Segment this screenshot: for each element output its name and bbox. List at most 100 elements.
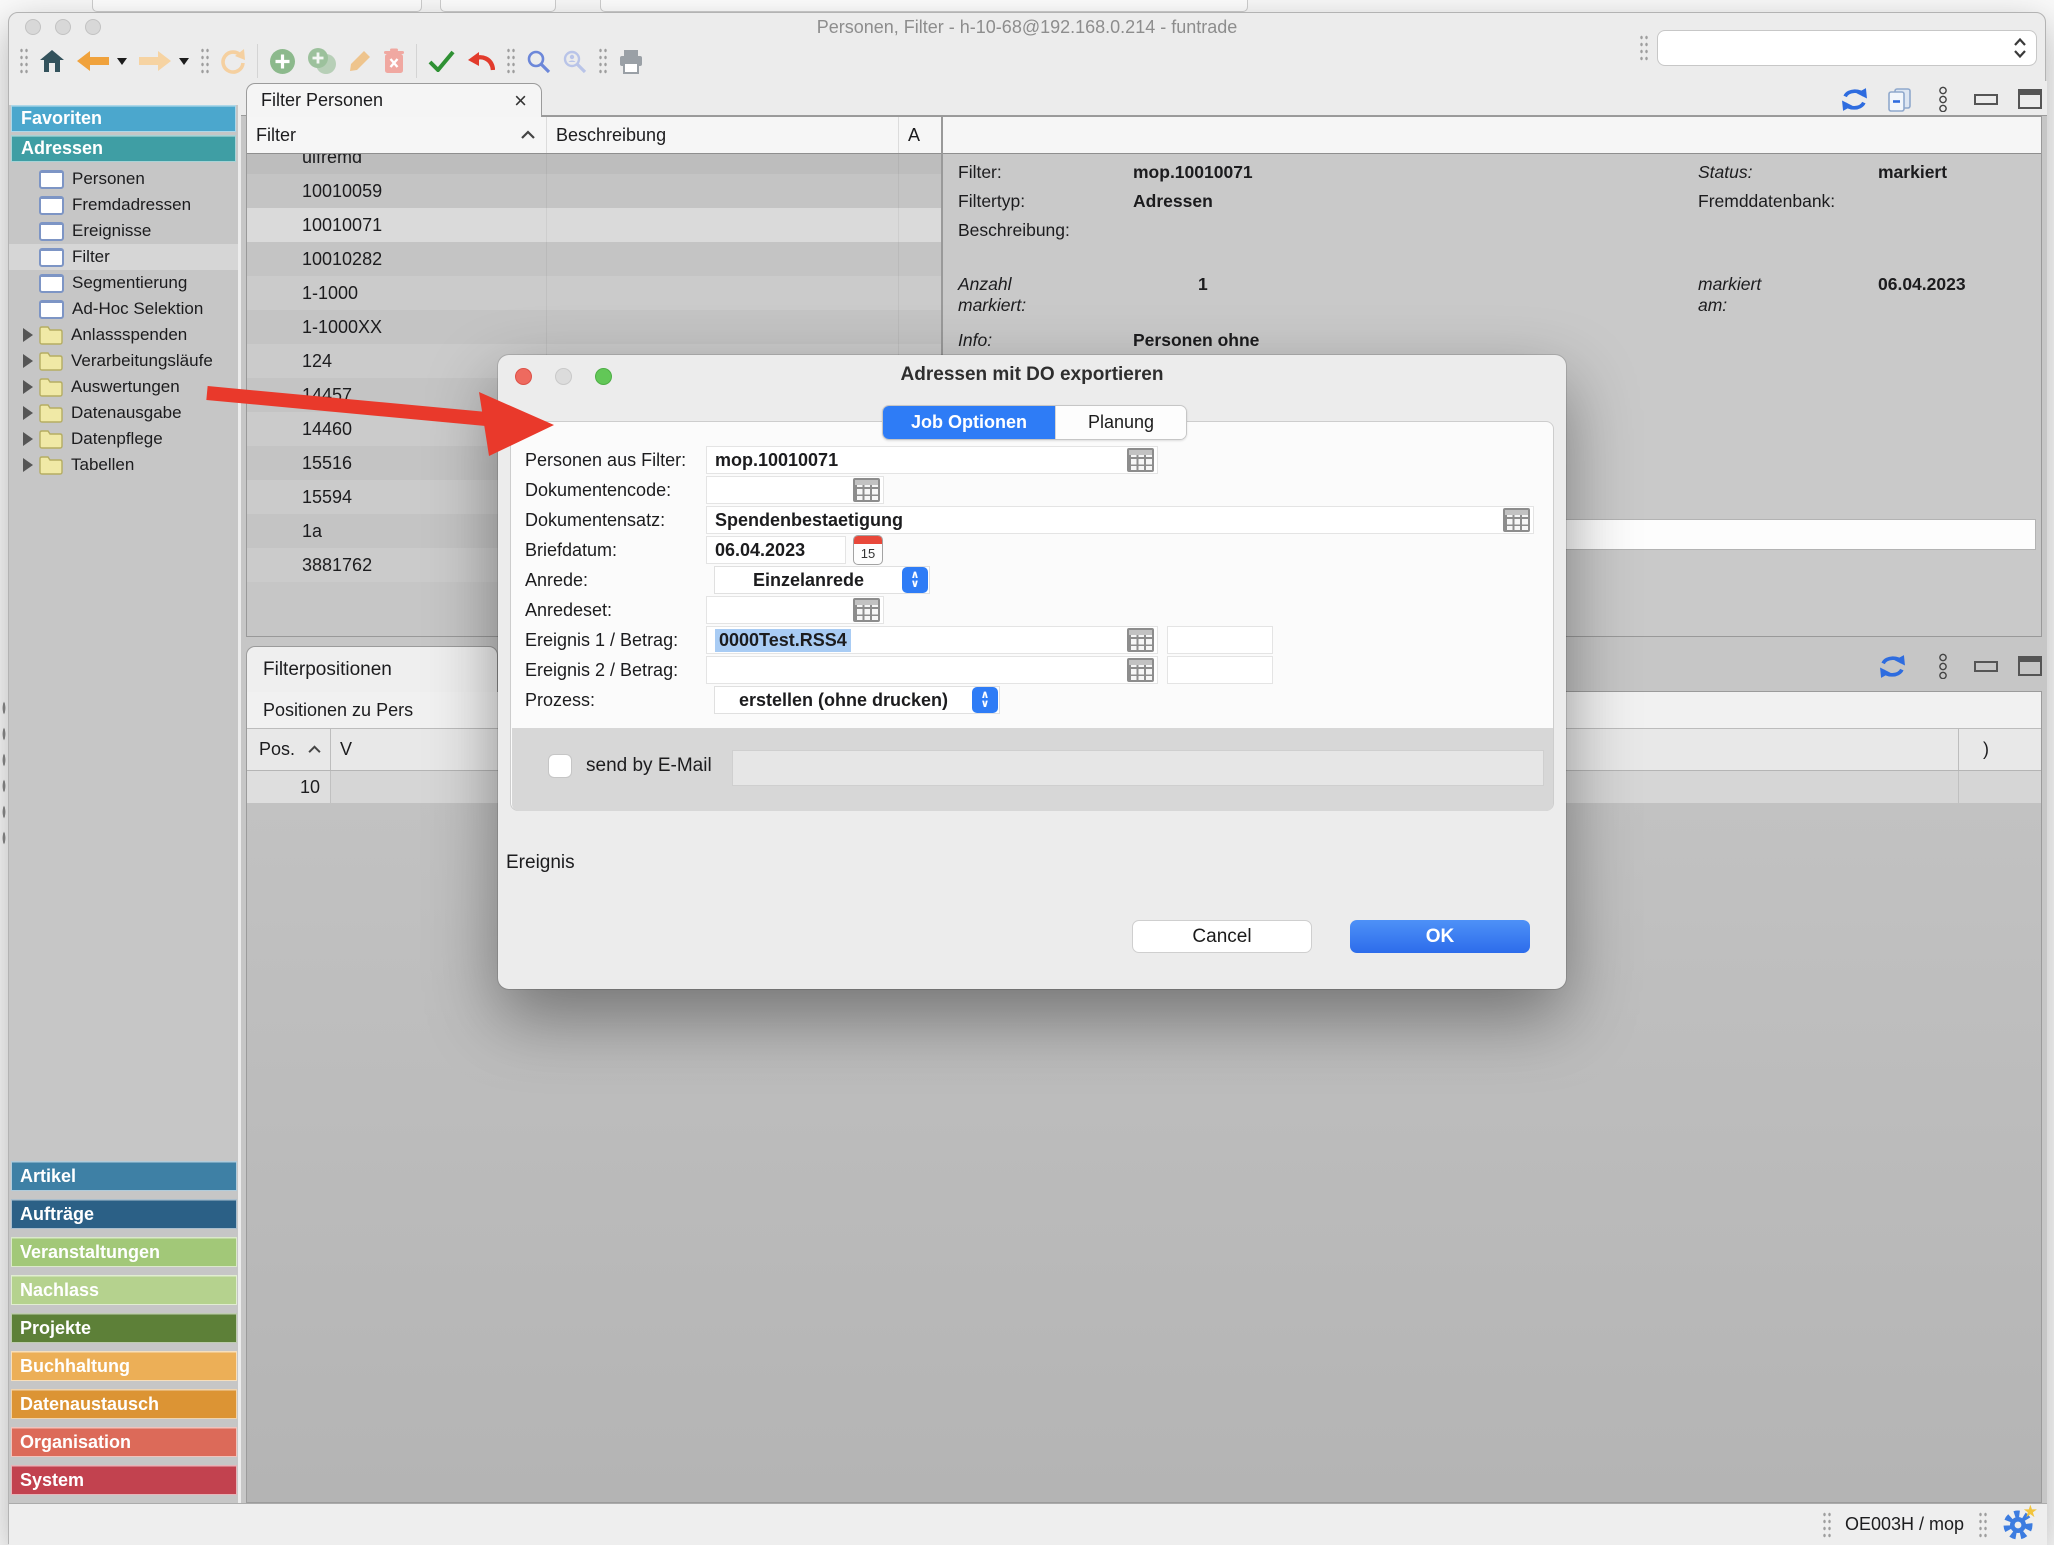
sidebar-item-anlassspenden[interactable]: Anlassspenden bbox=[9, 322, 238, 348]
toolbar-drag-handle[interactable] bbox=[200, 47, 209, 75]
sidebar-item-personen[interactable]: Personen bbox=[9, 166, 238, 192]
sidebar-item-datenausgabe[interactable]: Datenausgabe bbox=[9, 400, 238, 426]
column-header-pos[interactable]: Pos. bbox=[247, 729, 331, 770]
column-header-filter[interactable]: Filter bbox=[247, 117, 547, 153]
table-row[interactable]: 1-1000XX bbox=[247, 310, 941, 344]
forward-icon[interactable] bbox=[138, 50, 172, 72]
table-row[interactable]: 10010059 bbox=[247, 174, 941, 208]
dokumentencode-field[interactable] bbox=[706, 476, 884, 504]
maximize-panel-icon[interactable] bbox=[2018, 89, 2042, 109]
calendar-icon[interactable]: 15 bbox=[853, 535, 883, 565]
refresh-view-icon[interactable] bbox=[1879, 653, 1906, 680]
dialog-close-button[interactable] bbox=[515, 368, 532, 385]
table-row[interactable]: uifremd bbox=[247, 154, 941, 174]
search-icon[interactable] bbox=[526, 49, 551, 74]
lookup-grid-icon[interactable] bbox=[1127, 628, 1154, 652]
duplicate-view-icon[interactable] bbox=[1886, 86, 1913, 113]
column-header-beschreibung[interactable]: Beschreibung bbox=[547, 117, 899, 153]
anredeset-field[interactable] bbox=[706, 596, 884, 624]
sidebar-item-ereignisse[interactable]: Ereignisse bbox=[9, 218, 238, 244]
briefdatum-field[interactable]: 06.04.2023 bbox=[706, 536, 846, 564]
dialog-zoom-button[interactable] bbox=[595, 368, 612, 385]
minimize-panel-icon[interactable] bbox=[1974, 94, 1998, 105]
minimize-window-button[interactable] bbox=[55, 19, 71, 35]
lookup-grid-icon[interactable] bbox=[1127, 448, 1154, 472]
toolbar-drag-handle[interactable] bbox=[506, 47, 515, 75]
sidebar-item-datenpflege[interactable]: Datenpflege bbox=[9, 426, 238, 452]
add-copy-icon[interactable] bbox=[307, 47, 337, 75]
quick-select-combobox[interactable] bbox=[1657, 30, 2037, 66]
lookup-grid-icon[interactable] bbox=[1127, 658, 1154, 682]
undo-icon[interactable] bbox=[466, 50, 495, 72]
table-row-selected[interactable]: 10010071 bbox=[247, 208, 941, 242]
toolbar-drag-handle[interactable] bbox=[1639, 34, 1648, 62]
reload-icon[interactable] bbox=[220, 48, 246, 74]
zoom-window-button[interactable] bbox=[85, 19, 101, 35]
category-auftraege[interactable]: Aufträge bbox=[11, 1199, 237, 1229]
delete-trash-icon[interactable] bbox=[383, 48, 405, 74]
dokumentensatz-field[interactable]: Spendenbestaetigung bbox=[706, 506, 1534, 534]
edit-pencil-icon[interactable] bbox=[348, 49, 372, 73]
tab-filter-personen[interactable]: Filter Personen × bbox=[246, 83, 542, 117]
ok-button[interactable]: OK bbox=[1350, 920, 1530, 953]
more-options-icon[interactable] bbox=[1938, 86, 1948, 112]
category-datenaustausch[interactable]: Datenaustausch bbox=[11, 1389, 237, 1419]
category-projekte[interactable]: Projekte bbox=[11, 1313, 237, 1343]
category-veranstaltungen[interactable]: Veranstaltungen bbox=[11, 1237, 237, 1267]
add-icon[interactable] bbox=[269, 48, 296, 75]
category-buchhaltung[interactable]: Buchhaltung bbox=[11, 1351, 237, 1381]
stepper-chevrons-icon[interactable] bbox=[902, 567, 928, 593]
sidebar-section-favoriten[interactable]: Favoriten bbox=[11, 105, 236, 132]
disclosure-triangle-icon[interactable] bbox=[23, 458, 33, 472]
category-system[interactable]: System bbox=[11, 1465, 237, 1495]
lookup-grid-icon[interactable] bbox=[853, 478, 880, 502]
sidebar-item-segmentierung[interactable]: Segmentierung bbox=[9, 270, 238, 296]
sidebar-item-auswertungen[interactable]: Auswertungen bbox=[9, 374, 238, 400]
send-by-email-checkbox[interactable] bbox=[548, 754, 572, 778]
maximize-panel-icon[interactable] bbox=[2018, 656, 2042, 676]
more-options-icon[interactable] bbox=[1938, 653, 1948, 679]
anrede-dropdown[interactable]: Einzelanrede bbox=[714, 566, 930, 594]
close-window-button[interactable] bbox=[25, 19, 41, 35]
sidebar-item-tabellen[interactable]: Tabellen bbox=[9, 452, 238, 478]
settings-gear-icon[interactable] bbox=[2001, 1508, 2035, 1542]
disclosure-triangle-icon[interactable] bbox=[23, 432, 33, 446]
disclosure-triangle-icon[interactable] bbox=[23, 380, 33, 394]
column-header-a[interactable]: A bbox=[899, 117, 941, 153]
stepper-chevrons-icon[interactable] bbox=[972, 687, 998, 713]
confirm-check-icon[interactable] bbox=[428, 50, 455, 72]
ereignis2-field[interactable] bbox=[706, 656, 1158, 684]
cancel-button[interactable]: Cancel bbox=[1132, 920, 1312, 953]
search-person-icon[interactable] bbox=[562, 49, 587, 74]
sidebar-section-adressen[interactable]: Adressen bbox=[11, 135, 236, 162]
minimize-panel-icon[interactable] bbox=[1974, 661, 1998, 672]
tab-planung[interactable]: Planung bbox=[1055, 406, 1186, 439]
sidebar-item-verarbeitungslaeufe[interactable]: Verarbeitungsläufe bbox=[9, 348, 238, 374]
dialog-minimize-button[interactable] bbox=[555, 368, 572, 385]
back-icon[interactable] bbox=[76, 50, 110, 72]
toolbar-drag-handle[interactable] bbox=[598, 47, 607, 75]
refresh-view-icon[interactable] bbox=[1841, 86, 1868, 113]
email-address-field[interactable] bbox=[732, 750, 1544, 786]
prozess-dropdown[interactable]: erstellen (ohne drucken) bbox=[714, 686, 1000, 714]
forward-menu-icon[interactable] bbox=[179, 58, 189, 65]
tab-filterpositionen[interactable]: Filterpositionen bbox=[246, 646, 498, 692]
ereignis2-betrag-field[interactable] bbox=[1167, 656, 1273, 684]
category-artikel[interactable]: Artikel bbox=[11, 1161, 237, 1191]
personen-aus-filter-field[interactable]: mop.10010071 bbox=[706, 446, 1158, 474]
ereignis1-betrag-field[interactable] bbox=[1167, 626, 1273, 654]
ereignis1-field[interactable]: 0000Test.RSS4 bbox=[706, 626, 1158, 654]
sidebar-item-filter[interactable]: Filter bbox=[9, 244, 238, 270]
close-tab-icon[interactable]: × bbox=[514, 90, 527, 112]
toolbar-drag-handle[interactable] bbox=[19, 47, 28, 75]
lookup-grid-icon[interactable] bbox=[853, 598, 880, 622]
disclosure-triangle-icon[interactable] bbox=[23, 406, 33, 420]
category-organisation[interactable]: Organisation bbox=[11, 1427, 237, 1457]
disclosure-triangle-icon[interactable] bbox=[23, 328, 33, 342]
back-menu-icon[interactable] bbox=[117, 58, 127, 65]
lookup-grid-icon[interactable] bbox=[1503, 508, 1530, 532]
print-icon[interactable] bbox=[618, 49, 644, 74]
sidebar-item-adhoc-selektion[interactable]: Ad-Hoc Selektion bbox=[9, 296, 238, 322]
column-header-truncated[interactable]: ) bbox=[1959, 729, 2041, 770]
table-row[interactable]: 1-1000 bbox=[247, 276, 941, 310]
